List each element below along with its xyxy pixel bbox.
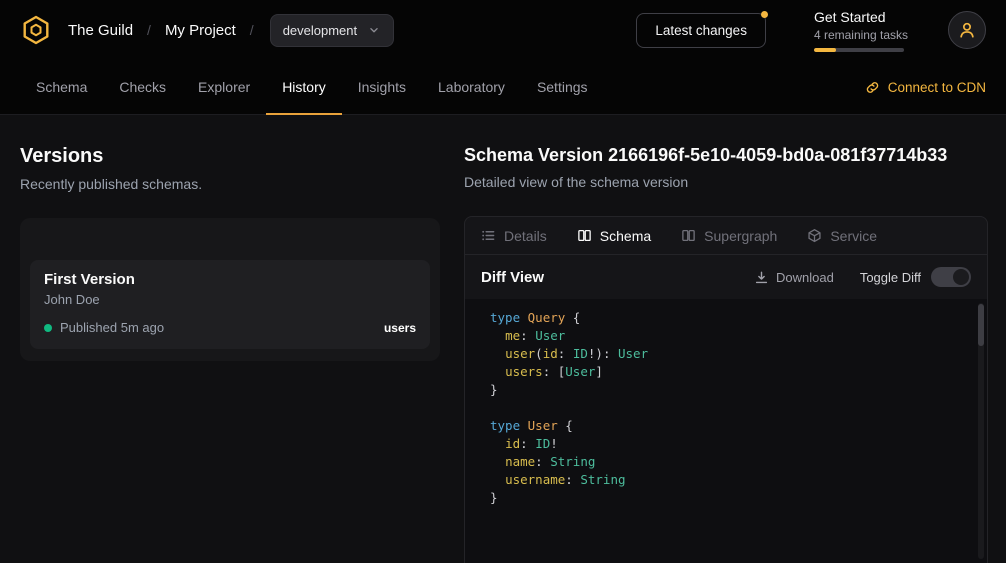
tab-service-label: Service: [830, 228, 877, 244]
version-name: First Version: [44, 271, 416, 288]
version-author: John Doe: [44, 292, 416, 307]
latest-changes-label: Latest changes: [655, 23, 747, 38]
link-icon: [865, 80, 880, 95]
chevron-down-icon: [367, 23, 381, 37]
version-detail-column: Schema Version 2166196f-5e10-4059-bd0a-0…: [464, 115, 1006, 563]
tab-service[interactable]: Service: [807, 228, 877, 244]
version-service-badge: users: [384, 321, 416, 335]
tab-schema-view[interactable]: Schema: [577, 228, 651, 244]
download-button[interactable]: Download: [754, 270, 834, 285]
breadcrumb: The Guild / My Project /: [68, 22, 254, 39]
target-select[interactable]: development: [270, 14, 394, 47]
connect-to-cdn-link[interactable]: Connect to CDN: [865, 60, 986, 114]
breadcrumb-separator: /: [147, 22, 151, 38]
get-started-widget[interactable]: Get Started 4 remaining tasks: [814, 9, 908, 52]
cube-icon: [807, 228, 822, 243]
breadcrumb-project[interactable]: My Project: [165, 22, 236, 39]
breadcrumb-separator: /: [250, 22, 254, 38]
tab-schema[interactable]: Schema: [20, 60, 103, 114]
tab-explorer[interactable]: Explorer: [182, 60, 266, 114]
person-icon: [958, 21, 976, 39]
toggle-diff-label: Toggle Diff: [860, 270, 921, 285]
target-select-value: development: [283, 23, 357, 38]
diff-actions: Download Toggle Diff: [754, 267, 971, 287]
get-started-subtitle: 4 remaining tasks: [814, 28, 908, 42]
tab-schema-view-label: Schema: [600, 228, 651, 244]
tab-details[interactable]: Details: [481, 228, 547, 244]
latest-changes-button[interactable]: Latest changes: [636, 13, 766, 48]
project-nav: Schema Checks Explorer History Insights …: [0, 60, 1006, 115]
tab-supergraph[interactable]: Supergraph: [681, 228, 777, 244]
download-icon: [754, 270, 769, 285]
versions-card: First Version John Doe Published 5m ago …: [20, 218, 440, 361]
list-icon: [481, 228, 496, 243]
versions-column: Versions Recently published schemas. Fir…: [0, 115, 464, 563]
schema-code-viewer: type Query { me: User user(id: ID!): Use…: [465, 299, 987, 563]
tab-laboratory[interactable]: Laboratory: [422, 60, 521, 114]
versions-title: Versions: [20, 145, 464, 168]
get-started-title: Get Started: [814, 9, 908, 25]
get-started-progressbar: [814, 48, 904, 52]
tab-details-label: Details: [504, 228, 547, 244]
download-label: Download: [776, 270, 834, 285]
tab-supergraph-label: Supergraph: [704, 228, 777, 244]
toggle-diff-group: Toggle Diff: [860, 267, 971, 287]
columns-icon: [577, 228, 592, 243]
toggle-diff-switch[interactable]: [931, 267, 971, 287]
published-status-dot: [44, 324, 52, 332]
diff-toolbar: Diff View Download Toggle Diff: [465, 255, 987, 299]
progress-fill: [814, 48, 837, 52]
connect-to-cdn-label: Connect to CDN: [888, 80, 986, 95]
versions-subtitle: Recently published schemas.: [20, 176, 464, 192]
notification-dot: [761, 11, 768, 18]
columns-icon: [681, 228, 696, 243]
version-list-item[interactable]: First Version John Doe Published 5m ago …: [30, 260, 430, 349]
tab-settings[interactable]: Settings: [521, 60, 604, 114]
tab-history[interactable]: History: [266, 60, 342, 114]
hive-logo-icon[interactable]: [20, 14, 52, 46]
tab-checks[interactable]: Checks: [103, 60, 182, 114]
scrollbar-thumb[interactable]: [978, 304, 984, 346]
toggle-knob: [953, 269, 969, 285]
breadcrumb-org[interactable]: The Guild: [68, 22, 133, 39]
version-meta-row: Published 5m ago users: [44, 320, 416, 335]
top-header: The Guild / My Project / development Lat…: [0, 0, 1006, 60]
detail-tabbar: Details Schema: [465, 217, 987, 255]
version-status: Published 5m ago: [60, 320, 164, 335]
diff-view-title: Diff View: [481, 269, 544, 286]
user-avatar[interactable]: [948, 11, 986, 49]
tab-insights[interactable]: Insights: [342, 60, 422, 114]
version-detail-title: Schema Version 2166196f-5e10-4059-bd0a-0…: [464, 145, 988, 166]
main-content: Versions Recently published schemas. Fir…: [0, 115, 1006, 563]
version-detail-panel: Details Schema: [464, 216, 988, 563]
code-block: type Query { me: User user(id: ID!): Use…: [465, 309, 987, 507]
version-detail-subtitle: Detailed view of the schema version: [464, 174, 988, 190]
